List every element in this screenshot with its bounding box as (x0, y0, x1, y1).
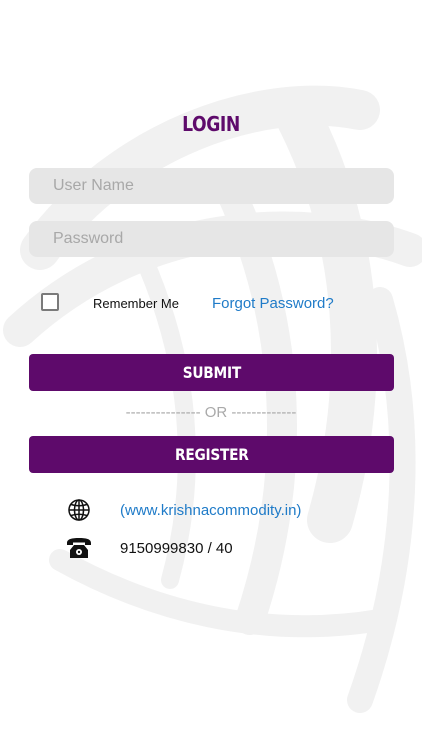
page-title: LOGIN (182, 112, 240, 136)
remember-me-label: Remember Me (93, 296, 179, 311)
password-input[interactable] (29, 221, 394, 257)
submit-button-label: SUBMIT (182, 363, 241, 382)
submit-button[interactable]: SUBMIT (29, 354, 394, 391)
login-screen: LOGIN Remember Me Forgot Password? SUBMI… (0, 0, 422, 750)
globe-icon (68, 499, 90, 521)
forgot-password-link[interactable]: Forgot Password? (212, 295, 334, 312)
remember-me-checkbox[interactable] (41, 293, 59, 311)
phone-number: 9150999830 / 40 (120, 540, 233, 557)
website-link[interactable]: (www.krishnacommodity.in) (120, 502, 301, 519)
register-button-label: REGISTER (174, 445, 249, 464)
telephone-icon (67, 538, 91, 558)
or-divider: --------------- OR ------------- (125, 404, 297, 421)
register-button[interactable]: REGISTER (29, 436, 394, 473)
username-input[interactable] (29, 168, 394, 204)
